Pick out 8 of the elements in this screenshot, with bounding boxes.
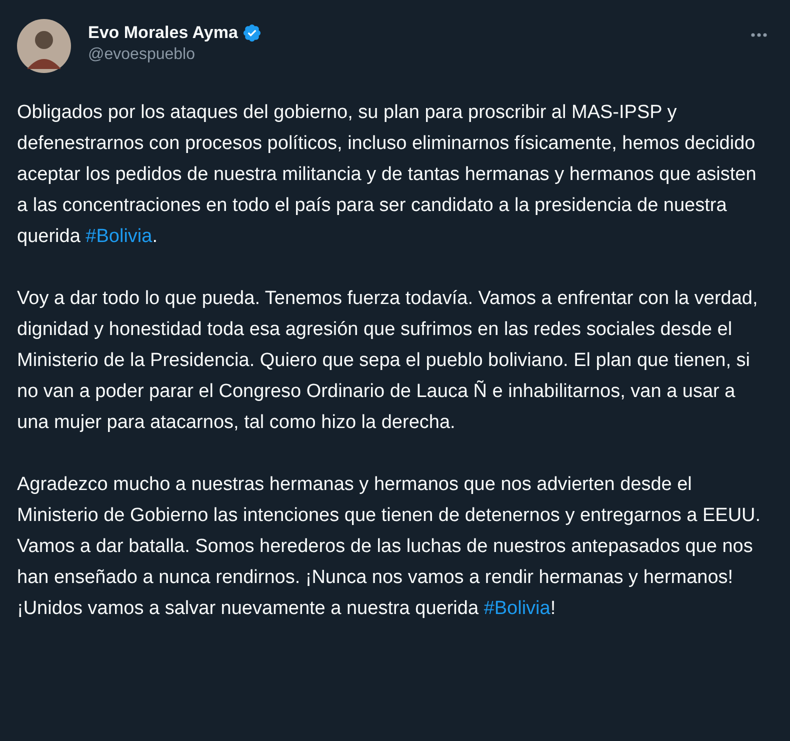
tweet-paragraph: Agradezco mucho a nuestras hermanas y hermanos que nos advierten desde el Ministerio de Gobierno las intenciones que tienen de detenernos y entregarnos a EEUU. Vamos a dar batalla. Somos herederos de las luchas de nuestros antepasados que nos han enseñado a nunca rendirnos. ¡Nunca nos vamos a rendir hermanas y hermanos! ¡Unidos vamos a salvar nuevamente a nuestra querida #Bolivia! xyxy=(17,473,762,621)
author-name[interactable]: Evo Morales Ayma xyxy=(88,22,238,44)
tweet-paragraph: Obligados por los ataques del gobierno, su plan para proscribir al MAS-IPSP y defenestrarnos con procesos políticos, incluso eliminarnos físicamente, hemos decidido aceptar los pedidos de nuestra militancia y de tantas hermanas y hermanos que asisten a las concentraciones en todo el país para ser candidato a la presidencia de nuestra querida #Bolivia. xyxy=(17,101,758,249)
hashtag-link[interactable]: #Bolivia xyxy=(86,226,152,247)
tweet-paragraph: Voy a dar todo lo que pueda. Tenemos fuerza todavía. Vamos a enfrentar con la verdad, dignidad y honestidad toda esa agresión que sufrimos en las redes sociales desde el Ministerio de la Presidencia. Quiero que sepa el pueblo boliviano. El plan que tienen, si no van a poder parar el Congreso Ordinario de Lauca Ñ e inhabilitarnos, van a usar a una mujer para atacarnos, tal como hizo la derecha. xyxy=(17,287,759,435)
hashtag-link[interactable]: #Bolivia xyxy=(484,598,550,619)
avatar[interactable] xyxy=(17,19,71,73)
author-handle[interactable]: @evoespueblo xyxy=(88,44,262,66)
